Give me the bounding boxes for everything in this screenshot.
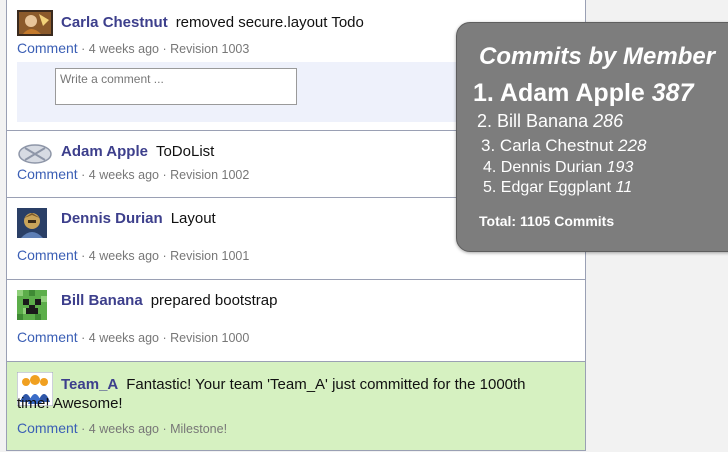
- meta-separator: ·: [77, 331, 89, 345]
- activity-text: prepared bootstrap: [150, 292, 278, 309]
- meta-separator: ·: [77, 249, 89, 263]
- revision-label: Revision 1000: [170, 331, 250, 345]
- rank-number: 4.: [483, 159, 497, 176]
- comment-link[interactable]: Comment: [17, 420, 78, 436]
- activity-text: removed secure.layout Todo: [175, 14, 364, 31]
- timestamp: 4 weeks ago: [88, 249, 159, 263]
- meta-separator: ·: [77, 42, 89, 56]
- revision-label: Revision 1003: [170, 42, 250, 56]
- member-name: Adam Apple: [499, 79, 645, 107]
- total-commits: Total: 1105 Commits: [479, 213, 615, 229]
- panel-title: Commits by Member: [479, 43, 716, 70]
- member-name: Carla Chestnut: [499, 136, 614, 155]
- rank-number: 2.: [477, 111, 493, 131]
- meta-separator: ·: [158, 168, 171, 182]
- comment-link[interactable]: Comment: [17, 247, 78, 263]
- timestamp: 4 weeks ago: [88, 422, 159, 436]
- ranking-row: 5. Edgar Eggplant 11: [483, 179, 632, 197]
- activity-text-continued: time! Awesome!: [17, 395, 123, 412]
- feed-item: Bill Banana prepared bootstrap Comment · …: [7, 280, 585, 362]
- commit-count: 286: [593, 111, 624, 131]
- meta-separator: ·: [158, 42, 171, 56]
- ranking-row: 1. Adam Apple 387: [473, 79, 693, 108]
- comment-link[interactable]: Comment: [17, 329, 78, 345]
- meta-separator: ·: [158, 422, 171, 436]
- author-name[interactable]: Dennis Durian: [61, 210, 163, 227]
- commit-count: 228: [618, 136, 647, 155]
- activity-text: Fantastic! Your team 'Team_A' just commi…: [126, 376, 526, 393]
- commit-count: 11: [615, 179, 633, 196]
- author-name[interactable]: Carla Chestnut: [61, 14, 168, 31]
- rank-number: 3.: [481, 136, 496, 155]
- ranking-row: 3. Carla Chestnut 228: [481, 136, 646, 156]
- meta-separator: ·: [158, 249, 171, 263]
- member-name: Dennis Durian: [500, 159, 603, 176]
- comment-link[interactable]: Comment: [17, 166, 78, 182]
- activity-text: Layout: [170, 210, 216, 227]
- commits-by-member-panel: Commits by Member 1. Adam Apple 387 2. B…: [456, 22, 728, 252]
- author-name[interactable]: Bill Banana: [61, 292, 143, 309]
- timestamp: 4 weeks ago: [88, 42, 159, 56]
- member-name: Edgar Eggplant: [500, 179, 612, 196]
- author-name[interactable]: Team_A: [61, 376, 118, 393]
- commit-count: 193: [606, 159, 634, 176]
- milestone-label: Milestone!: [170, 422, 228, 436]
- revision-label: Revision 1002: [170, 168, 250, 182]
- activity-text: ToDoList: [155, 143, 215, 160]
- author-name[interactable]: Adam Apple: [61, 143, 148, 160]
- timestamp: 4 weeks ago: [88, 331, 159, 345]
- adam-avatar-icon[interactable]: [17, 141, 53, 167]
- ranking-row: 2. Bill Banana 286: [477, 111, 623, 132]
- ranking-row: 4. Dennis Durian 193: [483, 159, 633, 177]
- carla-avatar-icon[interactable]: [17, 10, 53, 36]
- meta-separator: ·: [77, 422, 89, 436]
- member-name: Bill Banana: [497, 111, 589, 131]
- dennis-avatar-icon[interactable]: [17, 208, 47, 238]
- meta-separator: ·: [77, 168, 89, 182]
- revision-label: Revision 1001: [170, 249, 250, 263]
- milestone-item: Team_A Fantastic! Your team 'Team_A' just…: [7, 362, 585, 450]
- rank-number: 1.: [473, 79, 494, 107]
- rank-number: 5.: [483, 179, 497, 196]
- meta-separator: ·: [158, 331, 171, 345]
- bill-avatar-icon[interactable]: [17, 290, 47, 320]
- timestamp: 4 weeks ago: [88, 168, 159, 182]
- comment-link[interactable]: Comment: [17, 40, 78, 56]
- commit-count: 387: [651, 79, 694, 107]
- comment-input[interactable]: Write a comment ...: [55, 68, 297, 105]
